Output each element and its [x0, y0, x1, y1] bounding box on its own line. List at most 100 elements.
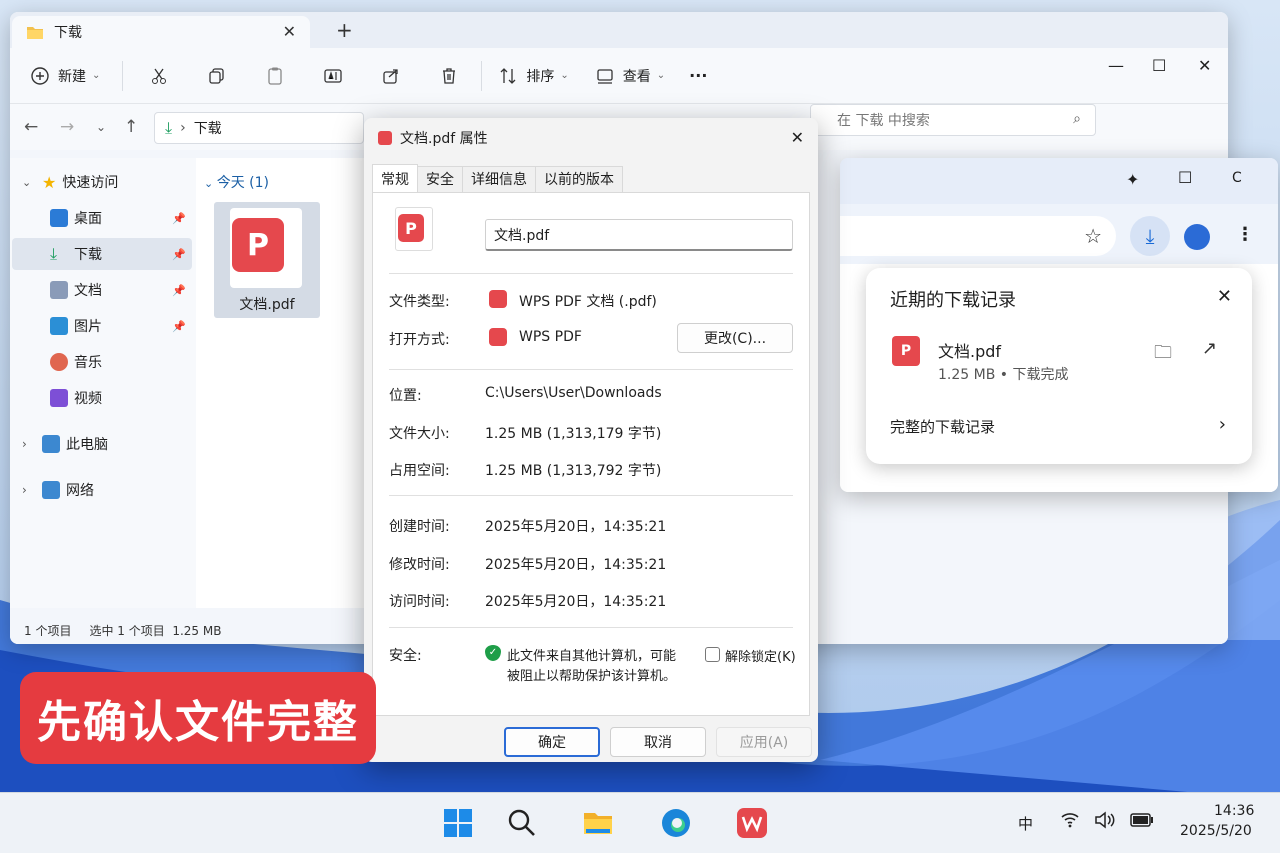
- menu-kebab-icon[interactable]: ⋮: [1236, 224, 1254, 245]
- bookmark-star-icon[interactable]: ☆: [1084, 224, 1102, 248]
- wps-pdf-logo-icon: P: [892, 336, 920, 366]
- view-icon: [597, 68, 613, 84]
- close-icon[interactable]: ✕: [1217, 286, 1232, 307]
- start-button[interactable]: [442, 807, 474, 839]
- open-external-icon[interactable]: ↗: [1202, 338, 1217, 359]
- close-tab-icon[interactable]: ✕: [283, 22, 296, 41]
- downloads-button[interactable]: ⤓: [1130, 216, 1170, 256]
- chevron-down-icon: ⌄: [22, 175, 32, 189]
- wps-pdf-logo-icon: [378, 131, 392, 145]
- address-box[interactable]: ⤓ › 下载: [154, 112, 364, 144]
- edge-icon: [662, 809, 690, 837]
- sparkle-icon[interactable]: ✦: [1126, 170, 1139, 189]
- view-button[interactable]: 查看 ⌄: [595, 58, 665, 94]
- star-icon: ★: [42, 172, 57, 192]
- pin-icon[interactable]: 📌: [172, 212, 186, 225]
- size-on-disk-label: 占用空间:: [389, 463, 450, 479]
- recent-chevron-icon[interactable]: ⌄: [96, 120, 106, 134]
- volume-icon[interactable]: [1094, 811, 1116, 833]
- omnibox[interactable]: ☆: [840, 216, 1116, 256]
- wps-pdf-logo-icon: P: [232, 218, 284, 272]
- maximize-icon[interactable]: ☐: [1178, 168, 1192, 187]
- avatar[interactable]: [1184, 224, 1210, 250]
- forward-icon[interactable]: →: [60, 117, 74, 137]
- size-on-disk-value: 1.25 MB (1,313,792 字节): [485, 463, 662, 479]
- share-button[interactable]: [371, 58, 411, 94]
- sidebar-item-label: 网络: [66, 483, 94, 499]
- video-icon: [50, 389, 68, 407]
- sidebar-item-videos[interactable]: 视频: [12, 382, 192, 414]
- sidebar-item-desktop[interactable]: 桌面 📌: [12, 202, 192, 234]
- sidebar-item-downloads[interactable]: ⤓ 下载 📌: [12, 238, 192, 270]
- minimize-icon[interactable]: —: [1108, 56, 1124, 75]
- plus-circle-icon: [31, 66, 49, 85]
- copy-button[interactable]: [197, 58, 237, 94]
- tab-details[interactable]: 详细信息: [462, 166, 536, 192]
- paste-button[interactable]: [255, 58, 295, 94]
- windows-logo-icon: [444, 809, 472, 837]
- wifi-icon[interactable]: [1060, 811, 1080, 833]
- full-history-link[interactable]: 完整的下载记录: [890, 416, 995, 437]
- sidebar-item-documents[interactable]: 文档 📌: [12, 274, 192, 306]
- open-folder-icon[interactable]: 🗀: [1154, 340, 1172, 370]
- sidebar-item-network[interactable]: › 网络: [12, 474, 192, 506]
- pin-icon[interactable]: 📌: [172, 284, 186, 297]
- maximize-icon[interactable]: ☐: [1152, 56, 1166, 75]
- cut-button[interactable]: [139, 58, 179, 94]
- rename-button[interactable]: [313, 58, 353, 94]
- file-item[interactable]: P 文档.pdf: [214, 202, 320, 318]
- folder-icon: [27, 27, 43, 39]
- pin-icon[interactable]: 📌: [172, 248, 186, 261]
- unblock-label[interactable]: 解除锁定(K): [725, 646, 796, 665]
- change-button[interactable]: 更改(C)...: [677, 323, 793, 353]
- group-header[interactable]: ⌄ 今天 (1): [204, 172, 269, 192]
- search-input[interactable]: 在 下载 中搜索 ⌕: [810, 104, 1096, 136]
- wps-office-button[interactable]: [736, 807, 768, 839]
- edge-browser-button[interactable]: [660, 807, 692, 839]
- apply-button[interactable]: 应用(A): [716, 727, 812, 757]
- unblock-checkbox[interactable]: [705, 647, 720, 662]
- clock-date[interactable]: 2025/5/20: [1180, 823, 1252, 839]
- sidebar-item-quick-access[interactable]: ⌄ ★ 快速访问: [12, 166, 192, 198]
- sidebar-item-this-pc[interactable]: › 此电脑: [12, 428, 192, 460]
- tab-security[interactable]: 安全: [417, 166, 463, 192]
- close-window-icon[interactable]: ✕: [1198, 56, 1211, 75]
- search-icon: [508, 809, 535, 836]
- ok-button[interactable]: 确定: [504, 727, 600, 757]
- cancel-button[interactable]: 取消: [610, 727, 706, 757]
- chevron-right-icon: ›: [22, 483, 27, 497]
- open-with-label: 打开方式:: [389, 332, 450, 348]
- new-tab-button[interactable]: +: [336, 18, 353, 42]
- restore-icon[interactable]: C: [1232, 170, 1242, 186]
- up-icon[interactable]: ↑: [124, 117, 138, 137]
- file-name-field[interactable]: 文档.pdf: [485, 219, 793, 251]
- browser-title-bar: [840, 158, 1278, 204]
- tab-previous-versions[interactable]: 以前的版本: [535, 166, 623, 192]
- ime-indicator[interactable]: 中: [1018, 813, 1033, 834]
- file-list: ⌄ 今天 (1) P 文档.pdf: [196, 158, 366, 608]
- delete-button[interactable]: [429, 58, 469, 94]
- copy-icon: [209, 67, 225, 84]
- sidebar-item-music[interactable]: 音乐: [12, 346, 192, 378]
- sidebar-item-label: 图片: [74, 319, 102, 335]
- close-icon[interactable]: ✕: [791, 128, 804, 147]
- more-options-button[interactable]: ···: [689, 58, 707, 94]
- rename-icon: [324, 68, 343, 83]
- sidebar-item-label: 音乐: [74, 355, 102, 371]
- file-explorer-taskbar-button[interactable]: [582, 807, 614, 839]
- sort-button[interactable]: 排序 ⌄: [498, 58, 569, 94]
- tab-general[interactable]: 常规: [372, 164, 418, 192]
- explorer-tab[interactable]: 下载 ✕: [12, 16, 310, 48]
- share-icon: [383, 68, 399, 84]
- chevron-right-icon[interactable]: ›: [1219, 414, 1226, 435]
- location-label: 位置:: [389, 388, 422, 404]
- search-icon: ⌕: [1073, 111, 1081, 127]
- back-icon[interactable]: ←: [24, 117, 38, 137]
- clock-time[interactable]: 14:36: [1214, 803, 1254, 819]
- new-button[interactable]: 新建 ⌄: [30, 58, 100, 94]
- download-file-name[interactable]: 文档.pdf: [938, 338, 1001, 362]
- search-button[interactable]: [506, 807, 538, 839]
- battery-icon[interactable]: [1130, 813, 1154, 831]
- sidebar-item-pictures[interactable]: 图片 📌: [12, 310, 192, 342]
- pin-icon[interactable]: 📌: [172, 320, 186, 333]
